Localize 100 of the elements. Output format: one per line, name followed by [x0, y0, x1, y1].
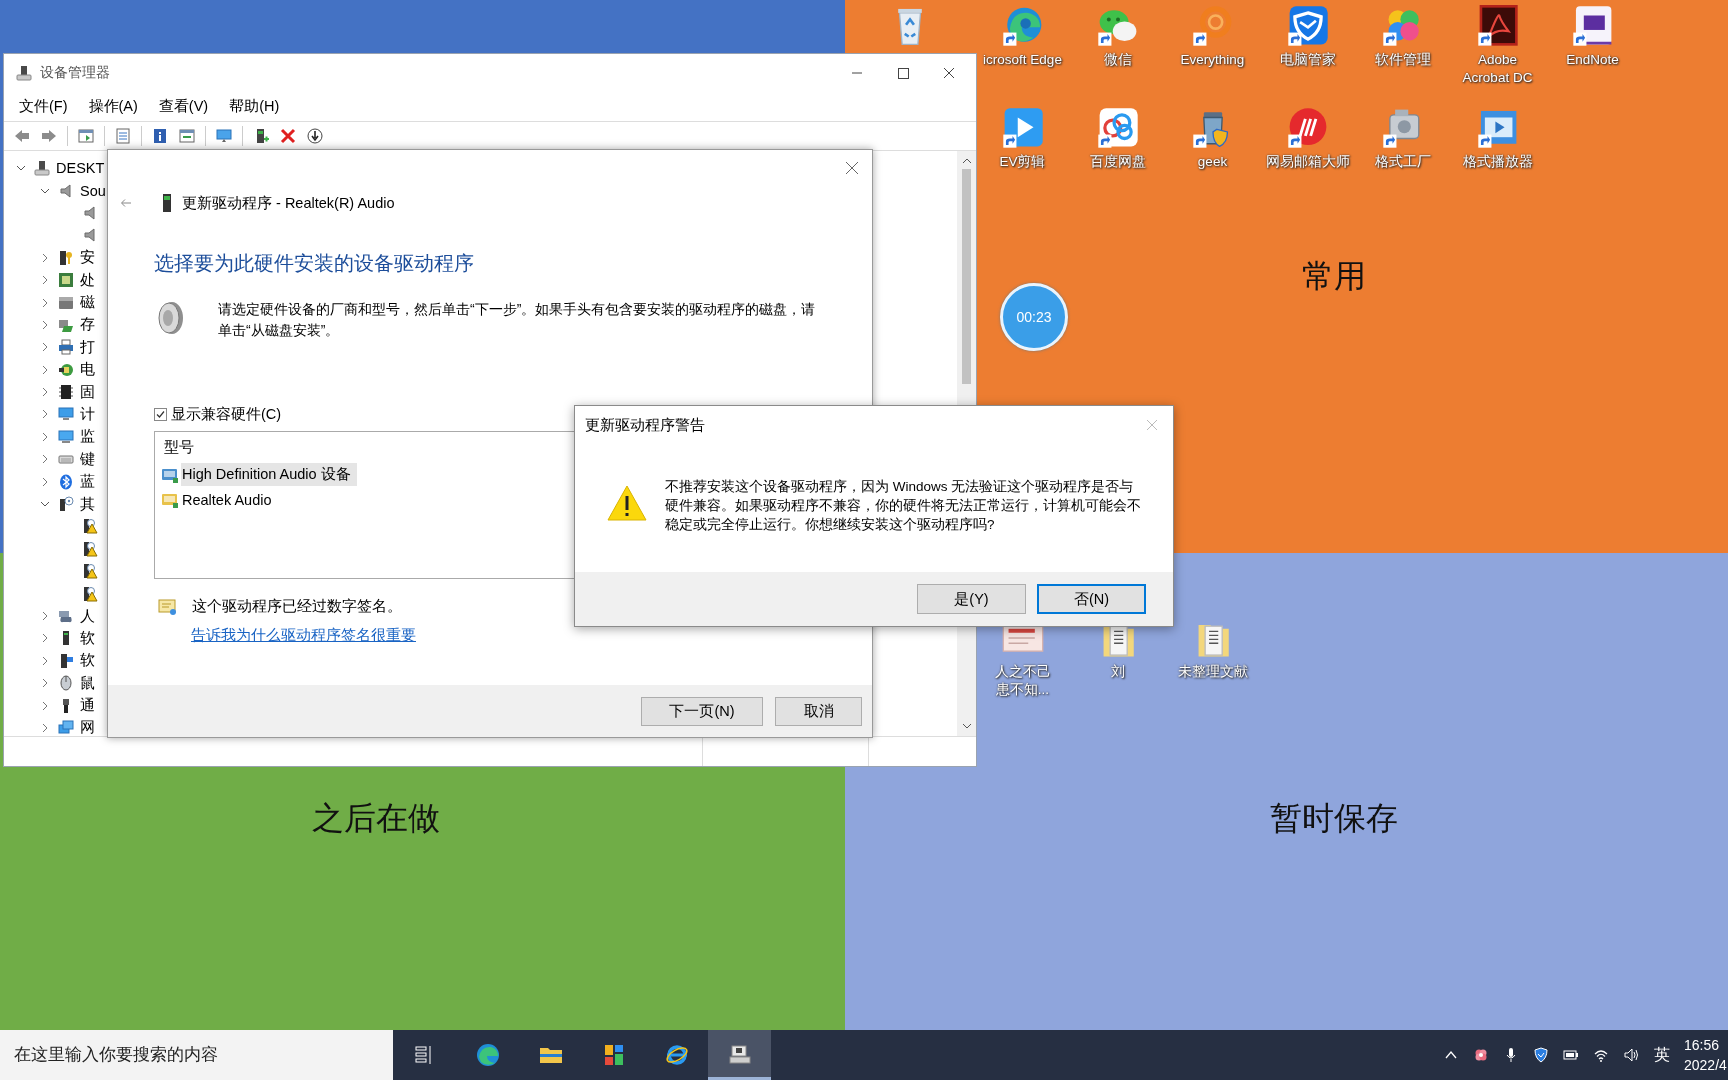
dialog-button[interactable]: 下一页(N): [641, 696, 763, 726]
question-icon: [58, 496, 74, 513]
checkbox[interactable]: [154, 408, 167, 421]
dialog-button[interactable]: 取消: [775, 696, 862, 726]
signature-note: 这个驱动程序已经过数字签名。: [192, 597, 402, 616]
tree-item[interactable]: 通: [80, 696, 95, 716]
chevron-right-icon[interactable]: [40, 319, 50, 330]
window-title: 设备管理器: [40, 63, 110, 82]
tree-item[interactable]: 安: [80, 248, 95, 268]
warning-icon: [82, 540, 98, 557]
dialog-button[interactable]: 否(N): [1037, 584, 1146, 614]
chevron-right-icon[interactable]: [40, 633, 50, 644]
document-icon[interactable]: [1476, 5, 1519, 47]
speaker-icon: [58, 182, 74, 199]
tower-icon: [58, 652, 74, 669]
speaker-icon[interactable]: [1623, 1047, 1639, 1063]
warning-icon: [82, 518, 98, 535]
panel-icon[interactable]: [77, 127, 95, 145]
scroll-up-icon[interactable]: [961, 157, 972, 165]
clock-date[interactable]: 2022/4: [1684, 1055, 1728, 1075]
taskbar-button[interactable]: [708, 1030, 771, 1080]
chevron-right-icon[interactable]: [40, 431, 50, 442]
menu-item[interactable]: 操作(A): [79, 96, 148, 116]
chevron-right-icon[interactable]: [40, 454, 50, 465]
help-icon[interactable]: [151, 127, 169, 145]
chevron-right-icon[interactable]: [40, 297, 50, 308]
column-header: 型号: [163, 438, 195, 457]
tree-item[interactable]: 电: [80, 360, 95, 380]
ring-icon[interactable]: [1191, 5, 1234, 47]
menu-item[interactable]: 帮助(H): [220, 96, 290, 116]
tree-item[interactable]: 计: [80, 405, 95, 424]
tree-item[interactable]: 其: [80, 494, 95, 514]
dialog-button[interactable]: 是(Y): [917, 584, 1026, 614]
tree-item[interactable]: 人: [80, 606, 95, 626]
certificate-icon: [158, 597, 178, 616]
tree-item[interactable]: 处: [80, 270, 95, 290]
input-method-indicator[interactable]: 英: [1646, 1044, 1684, 1066]
monitor-icon[interactable]: [215, 127, 233, 145]
chevron-right-icon[interactable]: [40, 611, 50, 621]
speaker-icon: [82, 204, 98, 221]
tree-item[interactable]: 网: [80, 718, 95, 736]
scroll-thumb[interactable]: [962, 169, 971, 384]
tree-item[interactable]: 打: [80, 337, 95, 357]
chevron-right-icon[interactable]: [40, 342, 50, 353]
tree-item[interactable]: 软: [80, 628, 95, 648]
network-icon: [58, 719, 74, 736]
warning-icon: [82, 585, 98, 602]
tree-item[interactable]: 固: [80, 382, 95, 402]
chevron-right-icon[interactable]: [40, 476, 50, 487]
dialog-title: 更新驱动程序 - Realtek(R) Audio: [182, 193, 395, 213]
chevron-right-icon[interactable]: [40, 700, 50, 711]
delete-icon[interactable]: [279, 127, 297, 145]
properties-icon[interactable]: [114, 127, 132, 145]
instructions-text: 请选定硬件设备的厂商和型号，然后单击“下一步”。如果手头有包含要安装的驱动程序的磁盘，请单击“从磁盘安装”。: [218, 300, 817, 340]
forward-arrow-icon[interactable]: [40, 127, 58, 145]
tree-item[interactable]: 鼠: [80, 673, 95, 693]
chevron-right-icon[interactable]: [40, 678, 50, 689]
list-item[interactable]: High Definition Audio 设备: [181, 463, 357, 486]
chevron-right-icon[interactable]: [40, 722, 50, 733]
clock-time[interactable]: 16:56: [1684, 1035, 1728, 1055]
scroll-down-icon[interactable]: [961, 722, 972, 730]
tree-item[interactable]: Sou: [80, 182, 106, 199]
wifi-icon[interactable]: [1593, 1047, 1609, 1063]
tree-item[interactable]: 软: [80, 651, 95, 671]
checkbox-label[interactable]: 显示兼容硬件(C): [171, 405, 282, 424]
tree-item[interactable]: DESKT: [56, 160, 105, 177]
drive-icon: [58, 294, 74, 311]
search-field[interactable]: 在这里输入你要搜索的内容: [0, 1030, 393, 1080]
tree-item[interactable]: 蓝: [80, 472, 95, 492]
chevron-right-icon[interactable]: [40, 655, 50, 666]
stripes-icon[interactable]: [1286, 107, 1329, 149]
petals-icon[interactable]: [1473, 1047, 1489, 1063]
tree-item[interactable]: 键: [80, 449, 95, 469]
tree-item[interactable]: 存: [80, 315, 95, 335]
chevron-right-icon[interactable]: [40, 252, 50, 263]
chevron-right-icon[interactable]: [40, 364, 50, 375]
menu-item[interactable]: 文件(F): [10, 96, 78, 116]
chip-icon: [58, 384, 74, 401]
panel-icon[interactable]: [178, 127, 196, 145]
menu-item[interactable]: 查看(V): [149, 96, 219, 116]
battery-icon[interactable]: [1563, 1047, 1579, 1063]
note-icon[interactable]: [1571, 5, 1614, 47]
tree-item[interactable]: 监: [80, 427, 95, 447]
help-link[interactable]: 告诉我为什么驱动程序签名很重要: [191, 626, 416, 645]
play-icon[interactable]: [1001, 107, 1044, 149]
dialog-heading: 选择要为此硬件安装的设备驱动程序: [154, 251, 475, 276]
zone-title: 常用: [1301, 256, 1366, 296]
chevron-right-icon[interactable]: [40, 387, 50, 398]
monitor-icon: [58, 428, 74, 445]
back-arrow-icon[interactable]: [13, 127, 31, 145]
printer-icon: [58, 339, 74, 356]
chevron-right-icon[interactable]: [40, 409, 50, 420]
list-item[interactable]: Realtek Audio: [181, 489, 278, 510]
shield-icon[interactable]: [1533, 1047, 1549, 1063]
tree-item[interactable]: 磁: [80, 293, 95, 313]
chevron-right-icon[interactable]: [40, 275, 50, 286]
cloud-icon[interactable]: [1096, 107, 1139, 149]
swirl-icon[interactable]: [1001, 5, 1044, 47]
download-icon[interactable]: [306, 127, 324, 145]
warning-message: 不推荐安装这个设备驱动程序，因为 Windows 无法验证这个驱动程序是否与硬件兼容。如果驱动程序不兼容，你的硬件将无法正常运行，计算机可能会不稳定或完全停止运行。你想继续安装这个驱动程序吗?: [665, 478, 1142, 534]
